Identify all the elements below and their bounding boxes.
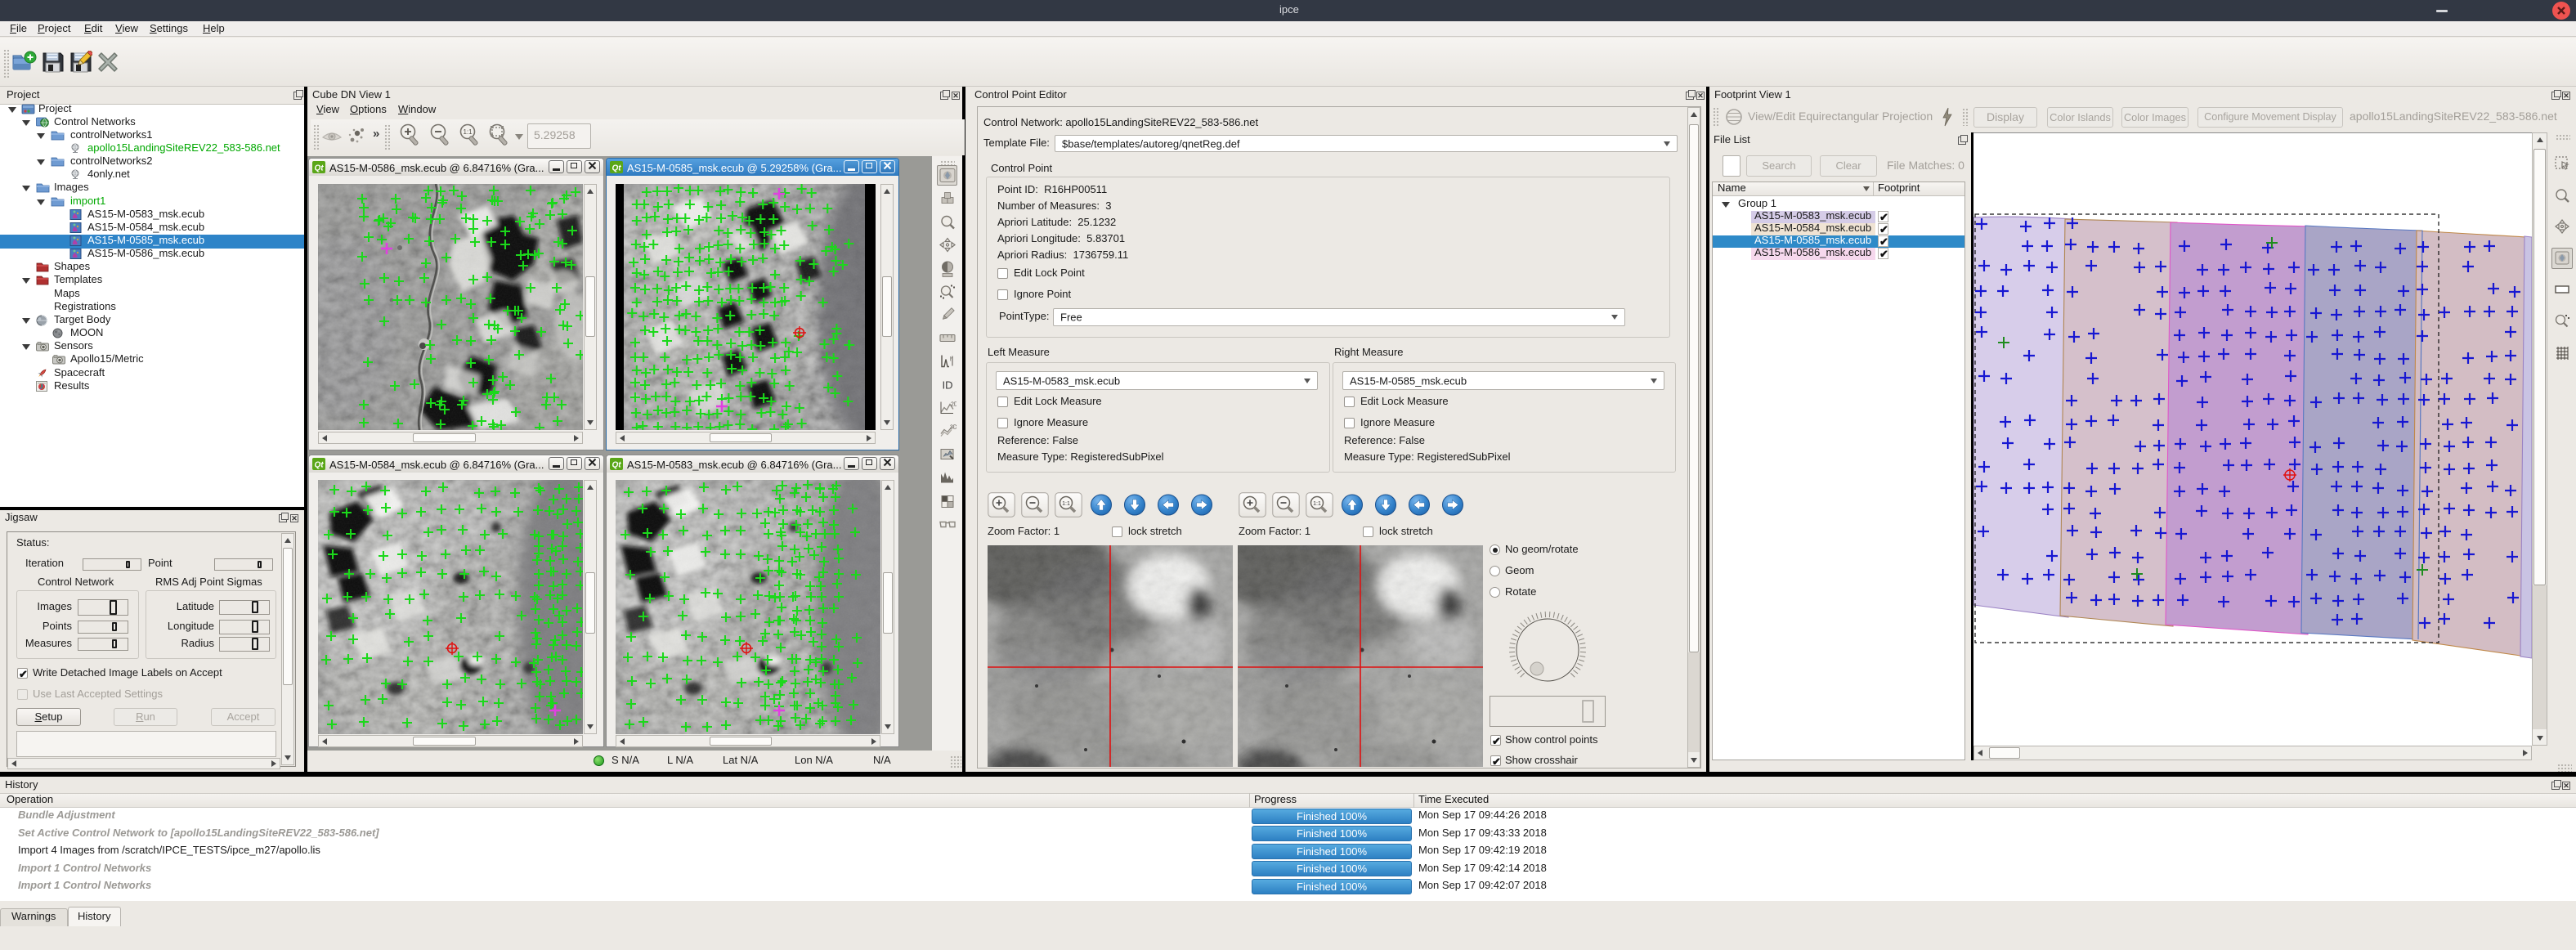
svg-text:1:1: 1:1 bbox=[1313, 501, 1321, 507]
svg-text:ID: ID bbox=[943, 379, 953, 391]
svg-text:Qt: Qt bbox=[612, 164, 621, 173]
svg-text:1:1: 1:1 bbox=[463, 128, 473, 136]
svg-text:Qt: Qt bbox=[314, 164, 324, 173]
svg-text:3D: 3D bbox=[950, 425, 956, 431]
svg-text:1:1: 1:1 bbox=[1062, 501, 1070, 507]
svg-text:Qt: Qt bbox=[314, 461, 324, 470]
svg-text:2D: 2D bbox=[951, 402, 956, 408]
svg-text:Qt: Qt bbox=[612, 461, 621, 470]
